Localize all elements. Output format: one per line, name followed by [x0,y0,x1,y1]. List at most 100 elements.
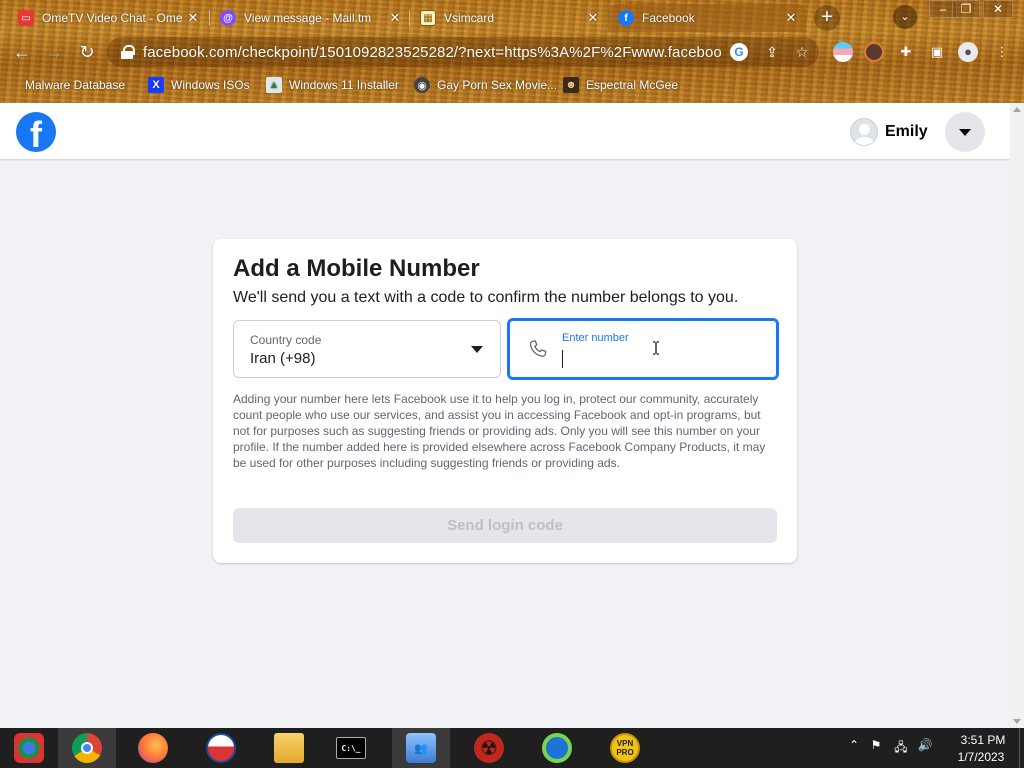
bookmark-movie-site[interactable]: ◉ Gay Porn Sex Movie... [414,76,557,94]
show-hidden-icons-icon[interactable]: ⌃ [846,738,862,756]
close-tab-icon[interactable]: ✕ [388,11,402,25]
close-tab-icon[interactable]: ✕ [586,11,600,25]
firefox-icon [138,733,168,763]
ibeam-cursor-icon [653,341,659,355]
extension-flag-icon[interactable] [833,42,853,62]
chrome-menu-icon[interactable]: ⋮ [992,42,1012,62]
side-panel-icon[interactable]: ▣ [927,42,947,62]
scroll-down-icon[interactable] [1013,719,1021,724]
lock-icon[interactable] [121,45,135,59]
share-icon[interactable]: ⇪ [763,43,781,61]
country-code-select[interactable]: Country code Iran (+98) [233,320,501,378]
taskbar-radiation[interactable]: ☢ [460,728,518,768]
clock-time[interactable]: 3:51 PM [955,733,1011,747]
extension-avatar-icon[interactable] [864,42,884,62]
browser-toolbar: ← → ↻ facebook.com/checkpoint/1501092823… [0,34,1024,70]
card-subtitle: We'll send you a text with a code to con… [233,289,739,306]
google-lens-icon[interactable]: G [730,43,748,61]
cmd-icon: C:\_ [336,737,366,759]
flag-icon[interactable]: ⚑ [868,738,884,756]
avatar [850,118,878,146]
taskbar-users[interactable]: 👥 [392,728,450,768]
privacy-disclaimer: Adding your number here lets Facebook us… [233,392,766,470]
bookmark-star-icon[interactable]: ☆ [793,43,811,61]
close-tab-icon[interactable]: ✕ [186,11,200,25]
x-icon: X [148,77,164,93]
tab-strip: ▭ OmeTV Video Chat - Ome ✕ @ View messag… [0,0,1024,34]
close-window-icon[interactable]: ✕ [983,0,1013,18]
number-field-label: Enter number [562,332,629,344]
bookmarks-bar: Malware Database X Windows ISOs ▲ Window… [0,70,1024,100]
bookmark-windows-11-installer[interactable]: ▲ Windows 11 Installer [266,76,399,94]
back-icon[interactable]: ← [10,40,34,64]
mailtm-icon: @ [220,10,236,26]
radiation-icon: ☢ [474,733,504,763]
facebook-header: f Emily [0,103,1010,159]
opera-gx-icon [542,733,572,763]
url-text[interactable]: facebook.com/checkpoint/1501092823525282… [143,44,723,61]
facebook-logo-icon[interactable]: f [16,112,56,152]
taskbar-file-explorer[interactable] [260,728,318,768]
forward-icon[interactable]: → [42,40,66,64]
bookmark-malware-database[interactable]: Malware Database [14,76,125,94]
tab-facebook[interactable]: f Facebook ✕ [608,4,806,32]
taskbar-vpn-pro[interactable]: VPN PRO [596,728,654,768]
phone-icon [529,340,547,357]
bookmark-windows-isos[interactable]: X Windows ISOs [148,76,250,94]
profile-icon[interactable]: ● [958,42,978,62]
bookmark-label: Espectral McGee [586,78,679,92]
facebook-icon: f [618,10,634,26]
tab-ometv[interactable]: ▭ OmeTV Video Chat - Ome ✕ [8,4,208,32]
extensions-puzzle-icon[interactable]: ✚ [896,42,916,62]
picture-icon: ▲ [266,77,282,93]
ometv-icon: ▭ [18,10,34,26]
card-title: Add a Mobile Number [233,255,480,282]
account-menu-button[interactable] [945,112,985,152]
restore-icon[interactable]: ❐ [952,0,980,18]
page-scrollbar[interactable] [1010,103,1024,728]
country-code-value: Iran (+98) [250,350,316,367]
network-icon[interactable]: 🖧 [893,738,909,756]
taskbar-opera-gx[interactable] [528,728,586,768]
chrome-icon [72,733,102,763]
new-tab-button[interactable]: + [814,5,840,31]
character-icon: ☻ [563,77,579,93]
taskbar-obama[interactable] [192,728,250,768]
show-desktop-button[interactable] [1019,728,1024,768]
vsimcard-icon: ▦ [420,10,436,26]
bookmark-globe-icon: ◉ [414,77,430,93]
bookmark-label: Gay Porn Sex Movie... [437,78,558,92]
taskbar-firefox[interactable] [124,728,182,768]
tab-title: Vsimcard [444,11,495,25]
bookmark-label: Windows 11 Installer [289,78,399,92]
taskbar-chrome[interactable] [58,728,116,768]
tab-vsimcard[interactable]: ▦ Vsimcard ✕ [410,4,608,32]
bookmark-label: Windows ISOs [171,78,250,92]
phone-number-field[interactable]: Enter number [507,318,779,380]
text-cursor [562,350,563,368]
tab-title: OmeTV Video Chat - Ome [42,11,183,25]
malware-icon [14,77,18,93]
close-tab-icon[interactable]: ✕ [784,11,798,25]
reload-icon[interactable]: ↻ [75,40,99,64]
tab-title: View message - Mail.tm [244,11,372,25]
bookmark-label: Malware Database [25,78,126,92]
country-code-label: Country code [250,333,322,347]
profile-button[interactable]: Emily [850,117,928,147]
file-explorer-icon [274,733,304,763]
taskbar-cmd[interactable]: C:\_ [322,728,380,768]
add-mobile-number-card: Add a Mobile Number We'll send you a tex… [213,239,797,563]
bookmark-espectral-mcgee[interactable]: ☻ Espectral McGee [563,76,678,94]
browser-chrome: ▭ OmeTV Video Chat - Ome ✕ @ View messag… [0,0,1024,103]
tab-mailtm[interactable]: @ View message - Mail.tm ✕ [210,4,410,32]
dropdown-caret-icon [471,346,483,353]
tab-search-icon[interactable]: ⌄ [893,5,917,29]
volume-icon[interactable]: 🔊 [917,738,933,756]
clock-date[interactable]: 1/7/2023 [951,750,1011,764]
number-input[interactable] [561,348,761,370]
address-bar[interactable]: facebook.com/checkpoint/1501092823525282… [107,37,819,67]
send-login-code-button[interactable]: Send login code [233,508,777,543]
start-button[interactable] [0,728,58,768]
obama-icon [206,733,236,763]
scroll-up-icon[interactable] [1013,107,1021,112]
